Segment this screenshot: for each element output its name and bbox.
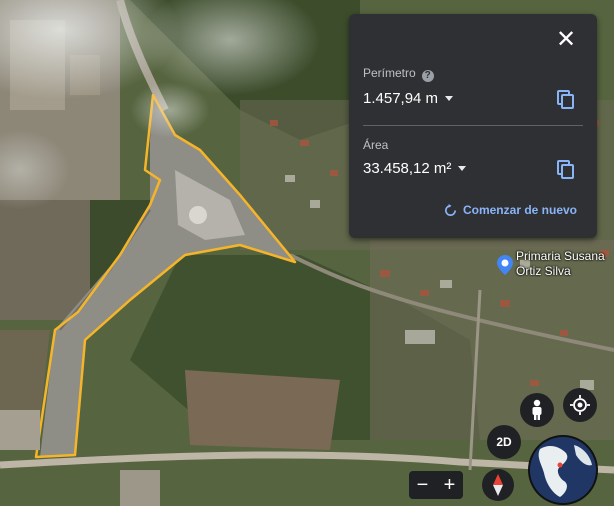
perimeter-label-row: Perímetro? [363, 66, 434, 82]
restart-button[interactable]: Comenzar de nuevo [444, 203, 577, 217]
location-crosshair-icon [570, 395, 590, 415]
zoom-control: − + [409, 471, 463, 499]
my-location-button[interactable] [563, 388, 597, 422]
measure-panel: ✕ Perímetro? 1.457,94 m Área 33.458,12 m… [349, 14, 597, 238]
restart-icon [445, 203, 456, 216]
street-view-pegman-button[interactable] [520, 393, 554, 427]
zoom-in-button[interactable]: + [444, 471, 456, 499]
perimeter-label: Perímetro [363, 66, 416, 80]
perimeter-value: 1.457,94 m [363, 90, 439, 107]
copy-area-icon[interactable] [557, 160, 575, 180]
compass-button[interactable] [482, 469, 514, 501]
chevron-down-icon [458, 166, 467, 171]
poi-label[interactable]: Primaria Susana Ortiz Silva [516, 249, 605, 279]
area-value-dropdown[interactable]: 33.458,12 m² [363, 160, 467, 177]
compass-icon [493, 474, 503, 496]
restart-label: Comenzar de nuevo [462, 203, 577, 217]
pegman-icon [532, 399, 542, 420]
close-icon[interactable]: ✕ [555, 28, 577, 52]
area-value: 33.458,12 m² [363, 160, 452, 177]
poi-label-line2: Ortiz Silva [516, 264, 571, 278]
area-label: Área [363, 138, 389, 152]
globe-minimap[interactable] [530, 437, 596, 503]
school-pin-icon[interactable] [497, 255, 513, 275]
globe-icon [530, 437, 596, 503]
panel-divider [363, 125, 583, 126]
view-mode-2d-button[interactable]: 2D [487, 425, 521, 459]
zoom-out-button[interactable]: − [417, 471, 429, 499]
help-icon[interactable]: ? [421, 70, 434, 82]
copy-perimeter-icon[interactable] [557, 90, 575, 110]
view-mode-label: 2D [496, 435, 512, 449]
poi-label-line1: Primaria Susana [516, 249, 605, 263]
perimeter-value-dropdown[interactable]: 1.457,94 m [363, 90, 454, 107]
chevron-down-icon [445, 96, 454, 101]
